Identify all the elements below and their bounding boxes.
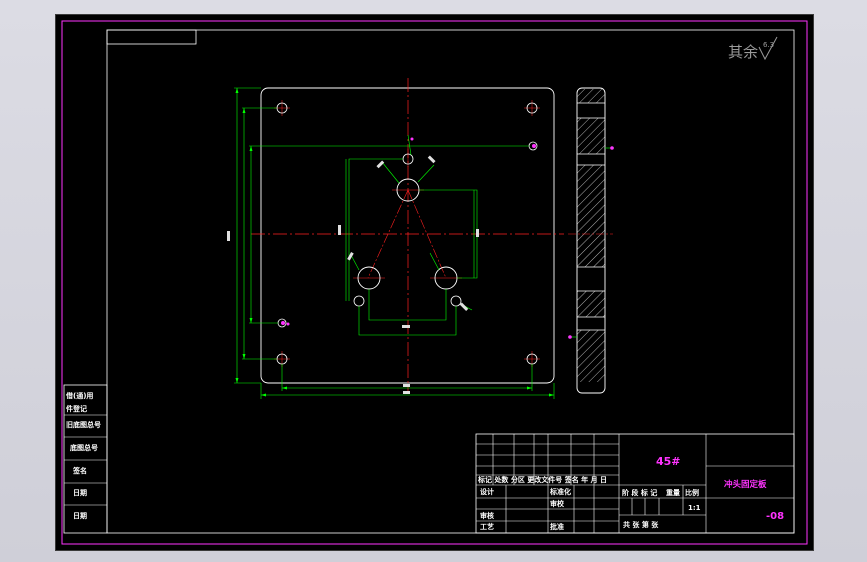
label-stage: 阶 段 标 记 (622, 488, 657, 497)
strip-row-4: 底图总号 (70, 443, 98, 452)
inner-border (106, 29, 795, 534)
small-hole-left (353, 295, 365, 307)
label-weight: 重量 (666, 488, 680, 497)
sheets-text: 共 张 第 张 (623, 520, 659, 529)
strip-row-1: 借(通)用 (65, 391, 93, 400)
strip-row-2: 件登记 (66, 404, 87, 413)
scale-value: 1:1 (688, 504, 701, 512)
strip-row-7: 日期 (73, 511, 87, 520)
revision-header: 标记 处数 分区 更改文件号 签名 年 月 日 (477, 475, 607, 484)
title-block: 标记 处数 分区 更改文件号 签名 年 月 日 设计 标准化 审校 审核 工艺 … (475, 433, 795, 534)
label-review: 审校 (550, 499, 565, 508)
strip-row-3: 旧底图总号 (66, 420, 101, 429)
drawing-number: -08 (766, 511, 784, 522)
side-section-view (568, 87, 614, 394)
label-design: 设计 (480, 487, 494, 496)
label-scale: 比例 (685, 488, 699, 497)
label-process: 工艺 (480, 522, 494, 531)
label-check: 审核 (480, 511, 494, 520)
small-hole-right (450, 295, 462, 307)
strip-row-6: 日期 (73, 488, 87, 497)
front-view (227, 78, 564, 399)
outer-frame (61, 20, 808, 545)
code-box (106, 29, 197, 45)
part-name: 冲头固定板 (724, 479, 767, 490)
surface-roughness-note: 其余 6.3 (728, 36, 778, 61)
material-text: 45# (656, 455, 681, 468)
label-approve: 批准 (550, 522, 564, 531)
plate-outline (260, 87, 555, 384)
label-standard: 标准化 (549, 487, 571, 496)
surface-note-text: 其余 (728, 43, 758, 61)
cad-drawing[interactable]: 其余 6.3 借(通)用 件登记 旧底图总号 底图总号 签名 日期 日期 标记 … (56, 15, 813, 550)
left-strip: 借(通)用 件登记 旧底图总号 底图总号 签名 日期 日期 (63, 384, 108, 534)
strip-row-5: 签名 (72, 466, 87, 475)
drawing-viewport[interactable]: 其余 6.3 借(通)用 件登记 旧底图总号 底图总号 签名 日期 日期 标记 … (55, 14, 814, 551)
